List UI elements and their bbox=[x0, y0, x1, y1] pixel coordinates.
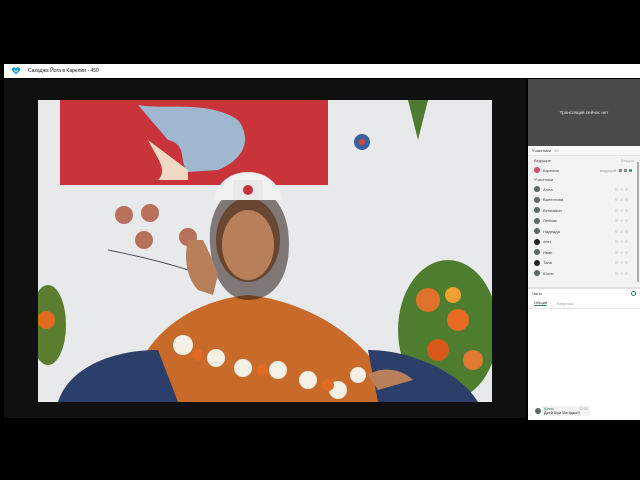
host-name: Карелия bbox=[543, 167, 559, 173]
message-time: 12:00 bbox=[579, 407, 588, 411]
tab-questions[interactable]: Вопросы bbox=[557, 301, 573, 306]
message-text: Джей Шри Матаджи!!! bbox=[544, 411, 581, 415]
avatar bbox=[535, 408, 541, 414]
member-name: Вениамин bbox=[543, 207, 562, 213]
avatar bbox=[534, 196, 540, 203]
status-icons bbox=[615, 208, 628, 212]
status-icons bbox=[615, 250, 628, 254]
member-name: Юлия bbox=[543, 270, 554, 276]
app-logo-icon bbox=[11, 67, 21, 75]
members-list: Алла Валентина Вениамин Любовь Надежда о… bbox=[528, 184, 640, 279]
hosts-group-label: Ведущие Лекции bbox=[528, 156, 640, 165]
avatar bbox=[534, 167, 540, 173]
member-name: Иван bbox=[543, 249, 553, 255]
app-header: Сахаджа Йога в Карелии - 450 bbox=[4, 64, 640, 78]
chats-title: Чаты bbox=[532, 291, 542, 296]
list-item[interactable]: Любовь bbox=[528, 216, 640, 227]
chat-message: Юлия 12:00 Джей Шри Матаджи!!! bbox=[542, 406, 590, 416]
participants-scrollbar[interactable] bbox=[637, 162, 639, 282]
list-item[interactable]: Таня bbox=[528, 258, 640, 269]
video-frame[interactable] bbox=[38, 100, 492, 402]
window-title: Сахаджа Йога в Карелии - 450 bbox=[28, 68, 99, 74]
status-icons bbox=[615, 229, 628, 233]
status-icons bbox=[615, 219, 628, 223]
members-group-label: Участники bbox=[528, 175, 640, 184]
video-stage bbox=[4, 79, 526, 418]
host-tag: ведущий bbox=[599, 167, 616, 173]
avatar bbox=[534, 249, 540, 256]
host-row[interactable]: Карелия ведущий bbox=[528, 165, 640, 175]
status-icons bbox=[615, 240, 628, 244]
settings-icon[interactable] bbox=[631, 291, 636, 296]
participants-count: 10 bbox=[554, 148, 559, 153]
list-item[interactable]: олег bbox=[528, 237, 640, 248]
member-name: Алла bbox=[543, 186, 553, 192]
avatar bbox=[534, 217, 540, 224]
participants-header[interactable]: Участники 10 bbox=[528, 146, 640, 156]
online-icon bbox=[629, 168, 632, 172]
avatar bbox=[534, 228, 540, 235]
broadcast-placeholder: Трансляций сейчас нет bbox=[528, 79, 640, 146]
status-icons bbox=[615, 271, 628, 275]
avatar bbox=[534, 238, 540, 245]
list-item[interactable]: Иван bbox=[528, 247, 640, 258]
member-name: Любовь bbox=[543, 218, 558, 224]
member-name: олег bbox=[543, 239, 552, 245]
avatar bbox=[534, 270, 540, 277]
participants-title: Участники bbox=[532, 148, 552, 153]
avatar bbox=[534, 207, 540, 214]
status-icons bbox=[615, 198, 628, 202]
members-label: Участники bbox=[534, 177, 554, 182]
member-name: Валентина bbox=[543, 197, 564, 203]
list-item[interactable]: Валентина bbox=[528, 195, 640, 206]
mic-icon bbox=[619, 168, 622, 172]
list-item[interactable]: Надежда bbox=[528, 226, 640, 237]
avatar bbox=[534, 186, 540, 193]
hosts-label: Ведущие bbox=[534, 158, 551, 163]
camera-icon bbox=[624, 168, 627, 172]
status-icons bbox=[615, 261, 628, 265]
chat-tabs: Общий Вопросы bbox=[528, 298, 640, 309]
tab-general[interactable]: Общий bbox=[534, 300, 548, 306]
hosts-aux-label: Лекции bbox=[620, 158, 634, 163]
member-name: Надежда bbox=[543, 228, 560, 234]
list-item[interactable]: Юлия bbox=[528, 268, 640, 279]
status-icons bbox=[615, 187, 628, 191]
chats-header: Чаты bbox=[528, 289, 640, 298]
side-panel: Трансляций сейчас нет Участники 10 Ведущ… bbox=[528, 79, 640, 420]
list-item[interactable]: Вениамин bbox=[528, 205, 640, 216]
avatar bbox=[534, 259, 540, 266]
video-picture bbox=[38, 100, 492, 402]
chats-section: Чаты Общий Вопросы Юлия 12:00 Джей Шри М… bbox=[528, 287, 640, 420]
member-name: Таня bbox=[543, 260, 552, 266]
list-item[interactable]: Алла bbox=[528, 184, 640, 195]
broadcast-status: Трансляций сейчас нет bbox=[559, 110, 609, 115]
